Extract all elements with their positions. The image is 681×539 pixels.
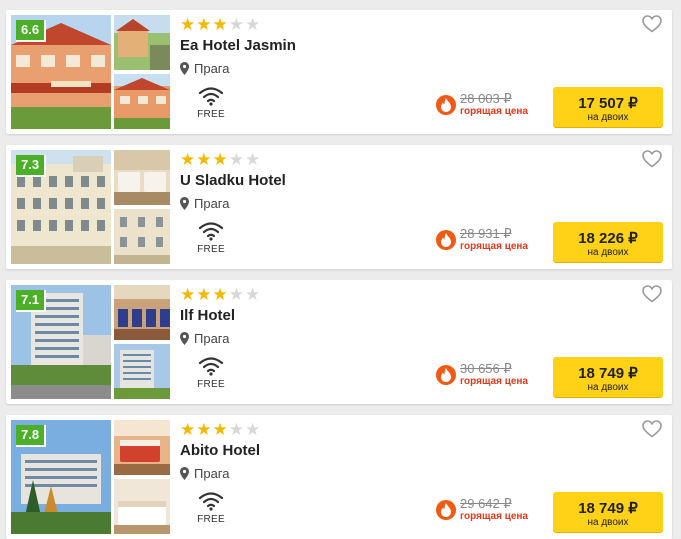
hotel-photo-thumb[interactable]: [114, 74, 170, 129]
price: 18 749 ₽: [578, 365, 638, 382]
stars-filled: ★★★: [180, 420, 229, 439]
map-pin-icon: [180, 467, 189, 480]
hot-price-label: горящая цена: [460, 241, 528, 252]
price-per-label: на двоих: [587, 112, 629, 123]
price-per-label: на двоих: [587, 247, 629, 258]
price-button[interactable]: 18 749 ₽ на двоих: [553, 357, 663, 397]
city-name: Прага: [194, 196, 230, 211]
hot-deal: 28 003 ₽ горящая цена: [436, 91, 528, 118]
wifi-label: FREE: [197, 379, 225, 390]
wifi-amenity: FREE: [196, 491, 226, 525]
star-rating: ★★★★★: [180, 151, 261, 168]
hotel-card[interactable]: 6.6 ★★★★★ Ea Hotel Jasmin Прага FREE 28 …: [6, 10, 672, 134]
rating-badge: 6.6: [16, 20, 47, 42]
heart-icon[interactable]: [642, 150, 662, 168]
hotel-photo-main[interactable]: 7.3: [11, 150, 111, 264]
heart-icon[interactable]: [642, 15, 662, 33]
price: 17 507 ₽: [578, 95, 638, 112]
star-rating: ★★★★★: [180, 16, 261, 33]
stars-empty: ★★: [228, 285, 262, 304]
flame-icon: [436, 229, 456, 250]
hotel-name[interactable]: Ilf Hotel: [180, 307, 235, 324]
wifi-amenity: FREE: [196, 356, 226, 390]
hotel-card[interactable]: 7.1 ★★★★★ Ilf Hotel Прага FREE 30 656 ₽ …: [6, 280, 672, 404]
hotel-location: Прага: [180, 61, 230, 76]
map-pin-icon: [180, 332, 189, 345]
map-pin-icon: [180, 197, 189, 210]
hotel-location: Прага: [180, 466, 230, 481]
hot-price-label: горящая цена: [460, 106, 528, 117]
wifi-icon: [198, 492, 224, 511]
hotel-photo-main[interactable]: 6.6: [11, 15, 111, 129]
hotel-name[interactable]: U Sladku Hotel: [180, 172, 286, 189]
stars-filled: ★★★: [180, 285, 229, 304]
heart-icon[interactable]: [642, 285, 662, 303]
price: 18 749 ₽: [578, 500, 638, 517]
price-per-label: на двоих: [587, 382, 629, 393]
wifi-label: FREE: [197, 514, 225, 525]
price-button[interactable]: 18 749 ₽ на двоих: [553, 492, 663, 532]
stars-filled: ★★★: [180, 150, 229, 169]
price-per-label: на двоих: [587, 517, 629, 528]
star-rating: ★★★★★: [180, 421, 261, 438]
hot-price-label: горящая цена: [460, 511, 528, 522]
rating-badge: 7.3: [16, 155, 47, 177]
hotel-name[interactable]: Abito Hotel: [180, 442, 260, 459]
hotel-card[interactable]: 7.3 ★★★★★ U Sladku Hotel Прага FREE 28 9…: [6, 145, 672, 269]
hotel-photo-thumb[interactable]: [114, 15, 170, 70]
price-button[interactable]: 18 226 ₽ на двоих: [553, 222, 663, 262]
hotel-photo-thumb[interactable]: [114, 420, 170, 475]
hotel-location: Прага: [180, 196, 230, 211]
flame-icon: [436, 499, 456, 520]
hotel-photo-thumb[interactable]: [114, 479, 170, 534]
wifi-icon: [198, 87, 224, 106]
hot-deal: 29 642 ₽ горящая цена: [436, 496, 528, 523]
price-button[interactable]: 17 507 ₽ на двоих: [553, 87, 663, 127]
old-price: 30 656 ₽: [460, 361, 512, 376]
map-pin-icon: [180, 62, 189, 75]
hotel-name[interactable]: Ea Hotel Jasmin: [180, 37, 296, 54]
hotel-card[interactable]: 7.8 ★★★★★ Abito Hotel Прага FREE 29 642 …: [6, 415, 672, 539]
old-price: 28 003 ₽: [460, 91, 512, 106]
flame-icon: [436, 94, 456, 115]
old-price: 29 642 ₽: [460, 496, 512, 511]
city-name: Прага: [194, 61, 230, 76]
city-name: Прага: [194, 331, 230, 346]
old-price: 28 931 ₽: [460, 226, 512, 241]
wifi-label: FREE: [197, 244, 225, 255]
hotel-location: Прага: [180, 331, 230, 346]
stars-empty: ★★: [228, 15, 262, 34]
hotel-photo-thumb[interactable]: [114, 285, 170, 340]
rating-badge: 7.8: [16, 425, 47, 447]
flame-icon: [436, 364, 456, 385]
price: 18 226 ₽: [578, 230, 638, 247]
hotel-photo-thumb[interactable]: [114, 209, 170, 264]
wifi-icon: [198, 357, 224, 376]
wifi-icon: [198, 222, 224, 241]
rating-badge: 7.1: [16, 290, 47, 312]
wifi-amenity: FREE: [196, 86, 226, 120]
star-rating: ★★★★★: [180, 286, 261, 303]
hot-deal: 28 931 ₽ горящая цена: [436, 226, 528, 253]
stars-empty: ★★: [228, 150, 262, 169]
heart-icon[interactable]: [642, 420, 662, 438]
wifi-label: FREE: [197, 109, 225, 120]
stars-empty: ★★: [228, 420, 262, 439]
hotel-list: 6.6 ★★★★★ Ea Hotel Jasmin Прага FREE 28 …: [0, 0, 681, 539]
wifi-amenity: FREE: [196, 221, 226, 255]
city-name: Прага: [194, 466, 230, 481]
stars-filled: ★★★: [180, 15, 229, 34]
hot-price-label: горящая цена: [460, 376, 528, 387]
hotel-photo-thumb[interactable]: [114, 150, 170, 205]
hot-deal: 30 656 ₽ горящая цена: [436, 361, 528, 388]
hotel-photo-main[interactable]: 7.8: [11, 420, 111, 534]
hotel-photo-main[interactable]: 7.1: [11, 285, 111, 399]
hotel-photo-thumb[interactable]: [114, 344, 170, 399]
